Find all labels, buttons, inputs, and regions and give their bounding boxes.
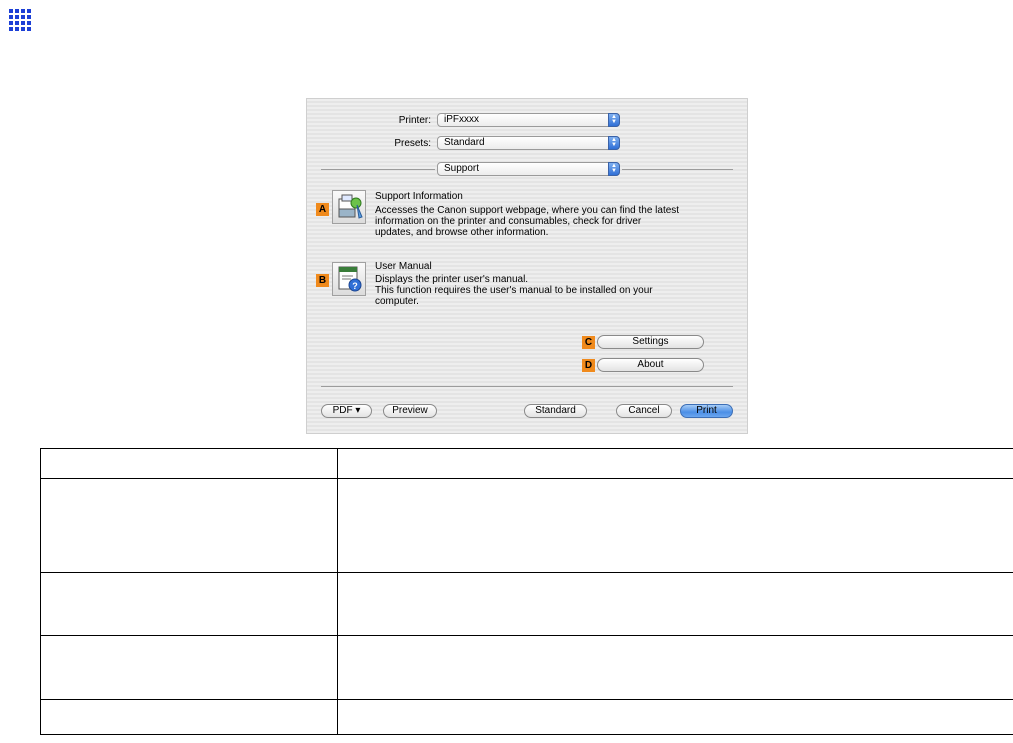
table-row [40, 635, 1013, 700]
table-cell [337, 635, 1013, 700]
divider [622, 169, 733, 170]
printer-select[interactable]: iPFxxxx ▲ ▼ [437, 113, 620, 127]
settings-button[interactable]: Settings [597, 335, 704, 349]
printer-label: Printer: [398, 115, 431, 126]
table-cell [337, 478, 1013, 573]
presets-select[interactable]: Standard ▲ ▼ [437, 136, 620, 150]
pdf-menu-button[interactable]: PDF ▾ [321, 404, 372, 418]
popup-arrows-icon: ▲ ▼ [608, 113, 620, 127]
user-manual-description: Displays the printer user's manual. This… [375, 274, 715, 307]
divider [321, 169, 435, 170]
description-table [40, 448, 1013, 735]
table-cell [40, 635, 338, 700]
standard-button[interactable]: Standard [524, 404, 587, 418]
presets-select-value: Standard [444, 137, 485, 148]
popup-arrows-icon: ▲ ▼ [608, 136, 620, 150]
support-information-line: Accesses the Canon support webpage, wher… [375, 205, 680, 216]
panel-select[interactable]: Support ▲ ▼ [437, 162, 620, 176]
grid-icon [9, 9, 33, 33]
about-button[interactable]: About [597, 358, 704, 372]
user-manual-title: User Manual [375, 261, 432, 272]
table-row [40, 448, 1013, 479]
popup-arrows-icon: ▲ ▼ [608, 162, 620, 176]
table-cell [40, 572, 338, 636]
table-cell [40, 448, 338, 479]
table-cell [337, 699, 1013, 735]
table-row [40, 478, 1013, 573]
svg-text:?: ? [352, 281, 358, 291]
support-information-icon[interactable] [332, 190, 366, 224]
divider [321, 386, 733, 387]
table-cell [337, 448, 1013, 479]
badge-b: B [316, 274, 329, 287]
user-manual-icon[interactable]: ? [332, 262, 366, 296]
printer-select-value: iPFxxxx [444, 114, 479, 125]
badge-d: D [582, 359, 595, 372]
support-information-title: Support Information [375, 191, 463, 202]
table-row [40, 572, 1013, 636]
user-manual-line: Displays the printer user's manual. [375, 274, 529, 285]
badge-c: C [582, 336, 595, 349]
cancel-button[interactable]: Cancel [616, 404, 672, 418]
user-manual-line: This function requires the user's manual… [375, 285, 653, 296]
print-button[interactable]: Print [680, 404, 733, 418]
print-dialog: Printer: iPFxxxx ▲ ▼ Presets: Standard ▲ ▼… [306, 98, 748, 434]
preview-button[interactable]: Preview [383, 404, 437, 418]
table-cell [337, 572, 1013, 636]
support-information-description: Accesses the Canon support webpage, wher… [375, 205, 715, 238]
table-cell [40, 478, 338, 573]
table-cell [40, 699, 338, 735]
table-row [40, 699, 1013, 735]
presets-label: Presets: [394, 138, 431, 149]
panel-select-value: Support [444, 163, 480, 174]
support-information-line: updates, and browse other information. [375, 227, 549, 238]
user-manual-line: computer. [375, 296, 419, 307]
support-information-line: information on the printer and consumabl… [375, 216, 642, 227]
badge-a: A [316, 203, 329, 216]
